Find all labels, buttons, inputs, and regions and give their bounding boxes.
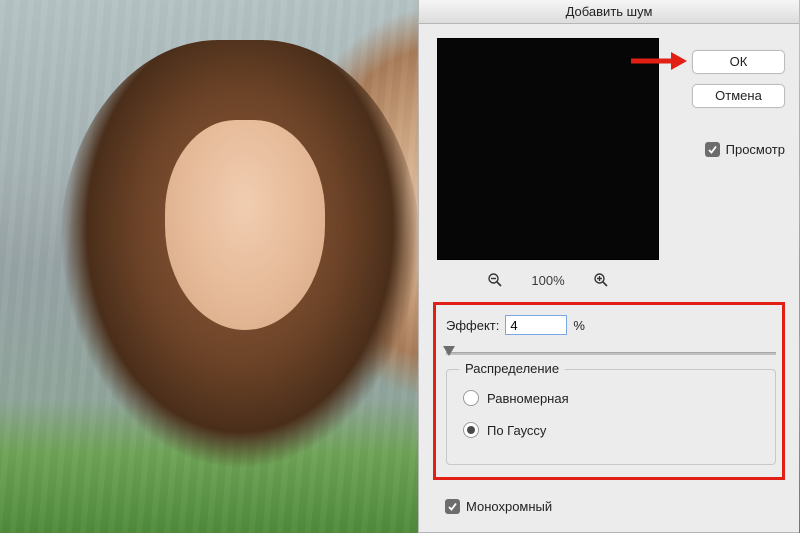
effect-value-input[interactable] bbox=[505, 315, 567, 335]
effect-label: Эффект: bbox=[446, 318, 499, 333]
monochrome-checkbox-row[interactable]: Монохромный bbox=[445, 499, 552, 514]
zoom-in-icon[interactable] bbox=[593, 272, 609, 288]
annotation-arrow bbox=[631, 50, 687, 72]
radio-uniform-label: Равномерная bbox=[487, 391, 569, 406]
preview-checkbox-row[interactable]: Просмотр bbox=[705, 142, 785, 157]
dialog-title: Добавить шум bbox=[419, 0, 799, 24]
canvas-photo-face bbox=[165, 120, 325, 330]
distribution-group: Распределение Равномерная По Гауссу bbox=[446, 369, 776, 465]
zoom-level: 100% bbox=[531, 273, 564, 288]
zoom-controls: 100% bbox=[437, 268, 659, 292]
slider-thumb[interactable] bbox=[443, 346, 455, 356]
radio-gaussian-label: По Гауссу bbox=[487, 423, 546, 438]
checkmark-icon bbox=[445, 499, 460, 514]
monochrome-checkbox-label: Монохромный bbox=[466, 499, 552, 514]
radio-uniform[interactable]: Равномерная bbox=[463, 390, 569, 406]
zoom-out-icon[interactable] bbox=[487, 272, 503, 288]
effect-unit: % bbox=[573, 318, 585, 333]
effect-slider[interactable] bbox=[446, 345, 776, 361]
effect-row: Эффект: % bbox=[446, 315, 585, 335]
radio-gaussian[interactable]: По Гауссу bbox=[463, 422, 546, 438]
slider-track bbox=[446, 352, 776, 355]
distribution-title: Распределение bbox=[459, 361, 565, 376]
ok-button[interactable]: ОК bbox=[692, 50, 785, 74]
cancel-button[interactable]: Отмена bbox=[692, 84, 785, 108]
preview-checkbox-label: Просмотр bbox=[726, 142, 785, 157]
checkmark-icon bbox=[705, 142, 720, 157]
preview-area[interactable] bbox=[437, 38, 659, 260]
add-noise-dialog: Добавить шум 100% bbox=[418, 0, 799, 533]
effect-highlight-box: Эффект: % Распределение Равномерная По Г… bbox=[433, 302, 785, 480]
radio-icon bbox=[463, 390, 479, 406]
radio-icon-selected bbox=[463, 422, 479, 438]
